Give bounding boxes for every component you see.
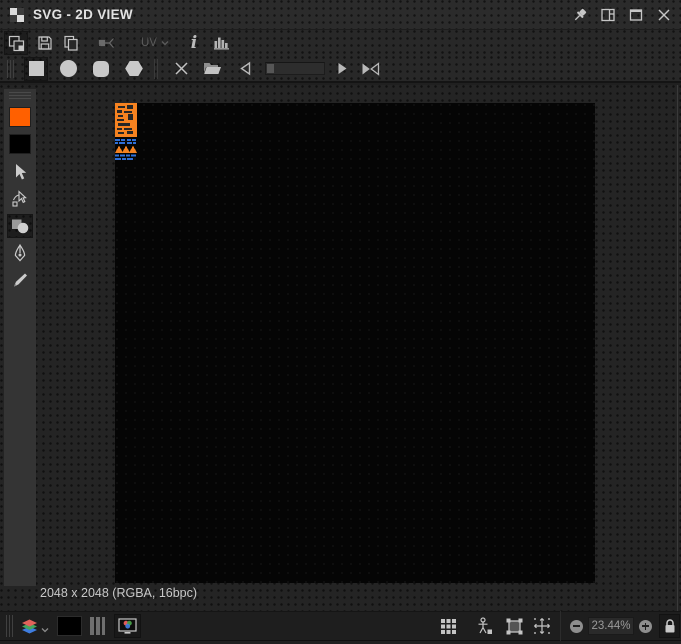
grid-icon xyxy=(440,618,456,634)
lock-icon xyxy=(665,619,674,633)
physical-size-icon xyxy=(478,617,492,634)
uv-dropdown-label: UV xyxy=(141,37,157,49)
export-image-button[interactable] xyxy=(4,31,28,55)
save-icon xyxy=(38,36,52,50)
hexagon-icon xyxy=(125,60,143,77)
rounded-square-icon xyxy=(93,60,109,77)
mirror-button[interactable] xyxy=(358,57,382,81)
background-color-swatch[interactable] xyxy=(9,134,31,154)
next-arrow-icon xyxy=(338,63,346,74)
prev-arrow-icon xyxy=(239,61,250,76)
pen-tool[interactable] xyxy=(7,241,33,265)
app-checker-icon xyxy=(10,7,24,22)
pan-reset-icon xyxy=(534,618,550,634)
direct-select-tool[interactable] xyxy=(7,187,33,211)
select-arrow-icon xyxy=(16,164,27,180)
square-shape-button[interactable] xyxy=(24,56,48,81)
layers-icon xyxy=(21,619,37,633)
seek-slider[interactable] xyxy=(265,62,325,75)
open-folder-button[interactable] xyxy=(200,57,224,81)
zoom-in-button[interactable] xyxy=(639,619,652,633)
display-color-icon xyxy=(118,617,137,634)
minus-icon xyxy=(573,625,580,627)
toolbar-separator xyxy=(154,58,158,79)
mirror-icon xyxy=(362,61,379,76)
save-button[interactable] xyxy=(33,31,57,55)
pencil-icon xyxy=(14,273,27,287)
title-bar[interactable]: SVG - 2D VIEW xyxy=(0,0,681,30)
pen-icon xyxy=(14,244,26,262)
pencil-tool[interactable] xyxy=(7,268,33,292)
viewport-area[interactable]: 2048 x 2048 (RGBA, 16bpc) xyxy=(0,85,681,611)
copy-icon xyxy=(64,35,78,51)
split-view-button[interactable] xyxy=(599,6,617,24)
app-window: SVG - 2D VIEW UV i 2048 x 2048 (RGBA, 16… xyxy=(0,0,681,644)
open-folder-icon xyxy=(203,63,221,74)
bottom-bar: 23.44% xyxy=(0,611,681,641)
clear-button[interactable] xyxy=(169,57,193,81)
seek-slider-handle[interactable] xyxy=(267,64,274,73)
histogram-button[interactable] xyxy=(210,31,234,55)
tools-sidebar xyxy=(4,89,36,586)
hexagon-shape-button[interactable] xyxy=(122,57,146,81)
copy-button[interactable] xyxy=(59,31,83,55)
square-icon xyxy=(28,61,44,76)
split-view-icon xyxy=(601,8,615,22)
zoom-field[interactable]: 23.44% xyxy=(588,617,634,635)
toolbar-grip[interactable] xyxy=(7,59,14,78)
lock-zoom-button[interactable] xyxy=(659,614,680,638)
pin-icon xyxy=(574,8,587,21)
grid-toggle-button[interactable] xyxy=(436,614,460,638)
sidebar-grip[interactable] xyxy=(9,92,31,101)
background-swatch[interactable] xyxy=(57,616,82,636)
uv-dropdown: UV xyxy=(136,31,174,55)
physical-size-button[interactable] xyxy=(472,614,496,638)
histogram-icon xyxy=(214,37,229,50)
layers-chevron-icon[interactable] xyxy=(41,627,49,633)
bottombar-separator xyxy=(560,611,561,641)
display-color-button[interactable] xyxy=(114,614,141,638)
direct-select-icon xyxy=(12,190,27,207)
node-link-button xyxy=(94,31,118,55)
zoom-out-button[interactable] xyxy=(570,619,583,633)
channels-icon[interactable] xyxy=(90,617,105,635)
prev-arrow-button[interactable] xyxy=(233,57,257,81)
chevron-down-icon xyxy=(161,41,169,46)
info-icon: i xyxy=(190,32,198,53)
panel-edge xyxy=(677,85,678,611)
maximize-button[interactable] xyxy=(627,6,645,24)
fit-view-icon xyxy=(506,618,522,634)
rounded-square-shape-button[interactable] xyxy=(89,57,113,81)
shapes-tool-icon xyxy=(11,219,28,234)
circle-shape-button[interactable] xyxy=(56,57,80,81)
image-info-text: 2048 x 2048 (RGBA, 16bpc) xyxy=(40,586,198,600)
fit-view-button[interactable] xyxy=(502,614,526,638)
pin-button[interactable] xyxy=(571,6,589,24)
foreground-color-swatch[interactable] xyxy=(9,107,31,127)
window-title: SVG - 2D VIEW xyxy=(33,7,133,22)
select-tool[interactable] xyxy=(7,160,33,184)
close-button[interactable] xyxy=(655,6,673,24)
texture-canvas[interactable] xyxy=(115,103,595,583)
next-arrow-button[interactable] xyxy=(330,57,354,81)
clear-icon xyxy=(174,62,188,75)
shapes-tool[interactable] xyxy=(7,214,33,238)
maximize-icon xyxy=(629,9,643,21)
zoom-value: 23.44% xyxy=(591,620,631,632)
circle-icon xyxy=(59,60,77,77)
close-icon xyxy=(658,9,670,21)
svg-emblem-graphic xyxy=(115,103,137,160)
layers-button[interactable] xyxy=(17,614,41,638)
export-image-icon xyxy=(8,35,24,51)
node-link-icon xyxy=(98,38,114,48)
main-toolbar: UV i xyxy=(0,30,681,56)
info-button[interactable]: i xyxy=(182,31,206,55)
bottombar-grip[interactable] xyxy=(6,615,13,637)
shapes-toolbar xyxy=(0,56,681,83)
pan-reset-button[interactable] xyxy=(530,614,554,638)
plus-icon-v xyxy=(644,622,647,630)
